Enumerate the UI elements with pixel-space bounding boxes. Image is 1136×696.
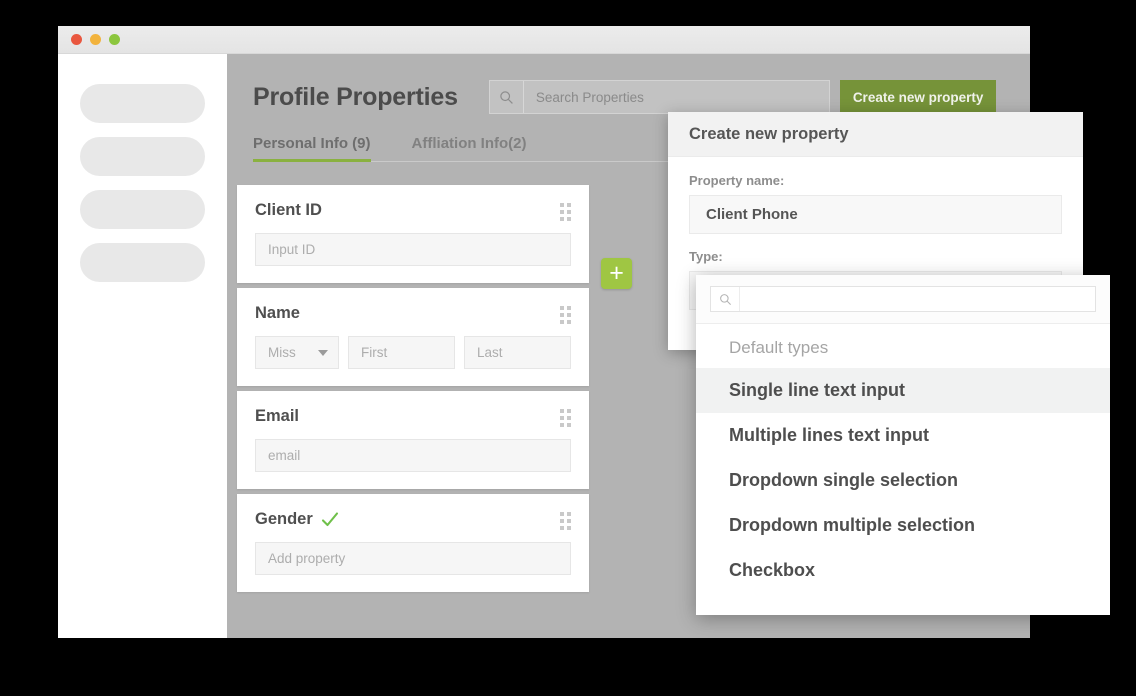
- minimize-window-button[interactable]: [90, 34, 101, 45]
- card-title-row: Client ID: [255, 201, 571, 220]
- sidebar-item-placeholder-1[interactable]: [80, 84, 205, 123]
- type-label: Type:: [689, 249, 723, 264]
- card-title: Client ID: [255, 201, 322, 219]
- dropdown-option-multiple-lines-text-input[interactable]: Multiple lines text input: [696, 413, 1110, 458]
- dropdown-option-dropdown-multiple-selection[interactable]: Dropdown multiple selection: [696, 503, 1110, 548]
- content-header: Profile Properties Create new property: [227, 54, 1030, 114]
- card-title-row: Email: [255, 407, 571, 426]
- modal-header: Create new property: [668, 112, 1083, 157]
- close-window-button[interactable]: [71, 34, 82, 45]
- property-card-gender[interactable]: Gender Add property: [237, 494, 589, 592]
- title-select[interactable]: Miss: [255, 336, 339, 369]
- title-select-value: Miss: [268, 345, 296, 360]
- card-title-row: Name: [255, 304, 571, 323]
- create-new-property-button[interactable]: Create new property: [839, 80, 997, 114]
- dropdown-option-checkbox[interactable]: Checkbox: [696, 548, 1110, 593]
- name-fields-row: Miss First Last: [255, 336, 571, 369]
- search-input[interactable]: [523, 81, 829, 113]
- search-icon[interactable]: [490, 81, 524, 113]
- modal-title: Create new property: [689, 124, 849, 143]
- email-field[interactable]: email: [255, 439, 571, 472]
- sidebar-item-placeholder-2[interactable]: [80, 137, 205, 176]
- first-name-field[interactable]: First: [348, 336, 455, 369]
- property-card-email[interactable]: Email email: [237, 391, 589, 489]
- property-cards-list: Client ID Input ID Name Miss First Last …: [237, 185, 632, 592]
- sidebar: [58, 54, 227, 638]
- dropdown-search-row: [696, 275, 1110, 324]
- chevron-down-icon[interactable]: [318, 349, 328, 356]
- last-name-field[interactable]: Last: [464, 336, 571, 369]
- dropdown-search-box[interactable]: [710, 286, 1096, 312]
- card-title: Email: [255, 407, 300, 425]
- property-name-label: Property name:: [689, 173, 785, 188]
- property-card-client-id[interactable]: Client ID Input ID: [237, 185, 589, 283]
- drag-handle-icon[interactable]: [560, 203, 571, 221]
- input-id-field[interactable]: Input ID: [255, 233, 571, 266]
- type-dropdown-panel: Default types Single line text input Mul…: [696, 275, 1110, 615]
- dropdown-option-dropdown-single-selection[interactable]: Dropdown single selection: [696, 458, 1110, 503]
- tab-affliation-info[interactable]: Affliation Info(2): [412, 135, 545, 161]
- window-titlebar: [58, 26, 1030, 54]
- drag-handle-icon[interactable]: [560, 306, 571, 324]
- sidebar-item-placeholder-4[interactable]: [80, 243, 205, 282]
- drag-handle-icon[interactable]: [560, 409, 571, 427]
- card-title-row: Gender: [255, 510, 571, 529]
- sidebar-item-placeholder-3[interactable]: [80, 190, 205, 229]
- card-title: Gender: [255, 510, 313, 528]
- maximize-window-button[interactable]: [109, 34, 120, 45]
- plus-icon[interactable]: +: [601, 258, 632, 289]
- add-property-field[interactable]: Add property: [255, 542, 571, 575]
- dropdown-search-input[interactable]: [740, 287, 1095, 311]
- header-row: Profile Properties Create new property: [253, 80, 1030, 114]
- search-properties-box[interactable]: [488, 80, 830, 114]
- screenshot-canvas: Profile Properties Create new property: [0, 0, 1136, 696]
- check-icon: [321, 511, 339, 529]
- dropdown-option-single-line-text-input[interactable]: Single line text input: [696, 368, 1110, 413]
- drag-handle-icon[interactable]: [560, 512, 571, 530]
- search-icon[interactable]: [711, 287, 740, 311]
- property-name-input[interactable]: Client Phone: [689, 195, 1062, 234]
- card-title: Name: [255, 304, 300, 322]
- property-card-name[interactable]: Name Miss First Last: [237, 288, 589, 386]
- dropdown-group-label: Default types: [729, 338, 829, 357]
- page-title: Profile Properties: [253, 82, 458, 111]
- tab-personal-info[interactable]: Personal Info (9): [253, 135, 389, 162]
